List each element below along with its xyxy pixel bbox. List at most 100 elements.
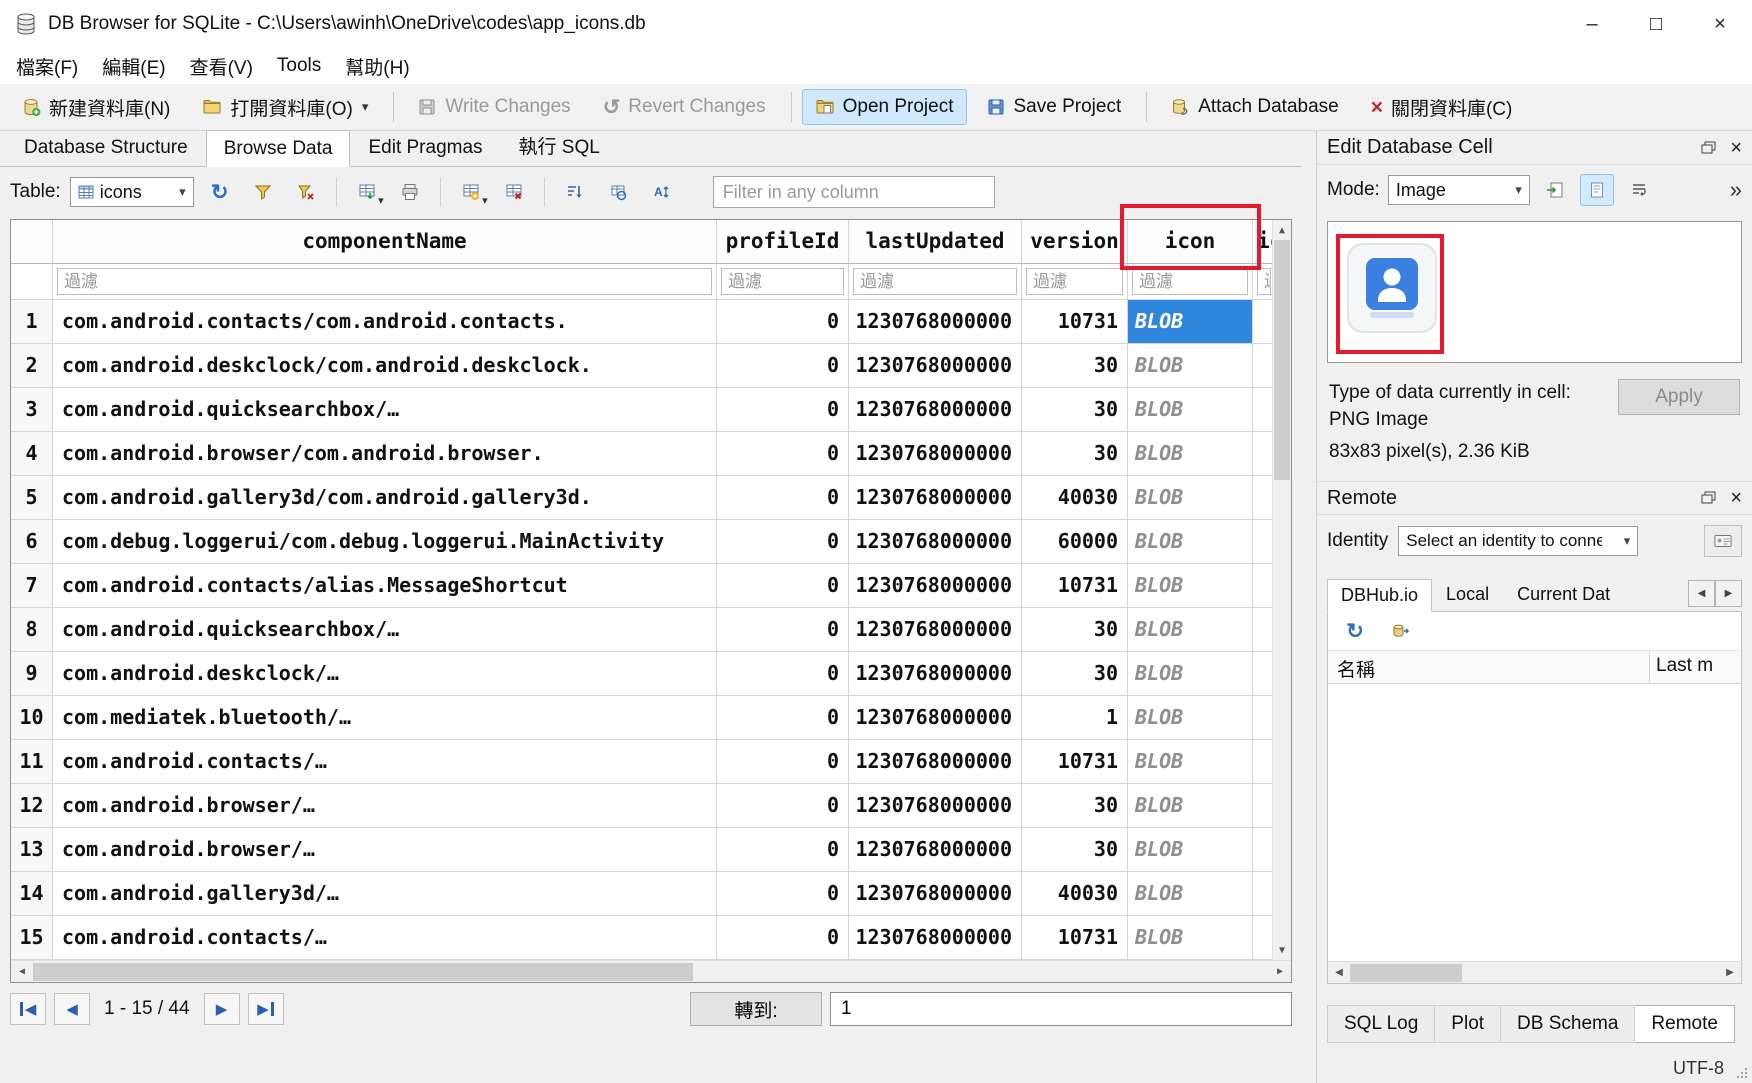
menu-help[interactable]: 幫助(H)	[333, 49, 421, 84]
cell-icon-blob[interactable]: BLOB	[1128, 696, 1253, 740]
table-row[interactable]: 3com.android.quicksearchbox/…01230768000…	[11, 388, 1272, 432]
cell-componentname[interactable]: com.mediatek.bluetooth/…	[53, 696, 717, 740]
cell-lastupdated[interactable]: 1230768000000	[849, 300, 1022, 344]
remote-refresh-button[interactable]: ↻	[1338, 615, 1372, 647]
import-certificate-button[interactable]	[1704, 525, 1742, 557]
table-row[interactable]: 12com.android.browser/…0123076800000030B…	[11, 784, 1272, 828]
cell-componentname[interactable]: com.android.quicksearchbox/…	[53, 388, 717, 432]
cell-version[interactable]: 30	[1022, 432, 1128, 476]
vertical-scrollbar-thumb[interactable]	[1274, 240, 1290, 480]
cell-version[interactable]: 1	[1022, 696, 1128, 740]
filter-lastupdated-input[interactable]: 過濾	[853, 268, 1017, 295]
conditional-format-button[interactable]	[601, 176, 635, 208]
table-row[interactable]: 9com.android.deskclock/…0123076800000030…	[11, 652, 1272, 696]
row-number[interactable]: 11	[11, 740, 53, 784]
table-row[interactable]: 2com.android.deskclock/com.android.deskc…	[11, 344, 1272, 388]
filter-version-input[interactable]: 過濾	[1026, 268, 1123, 295]
cell-partial[interactable]	[1253, 300, 1272, 344]
previous-records-button[interactable]: ◀	[54, 993, 90, 1025]
filter-any-column-input[interactable]	[713, 176, 995, 208]
remote-horizontal-scrollbar[interactable]: ◀ ▶	[1328, 961, 1741, 983]
table-row[interactable]: 11com.android.contacts/…0123076800000010…	[11, 740, 1272, 784]
cell-partial[interactable]	[1253, 916, 1272, 960]
cell-version[interactable]: 30	[1022, 388, 1128, 432]
cell-icon-blob[interactable]: BLOB	[1128, 872, 1253, 916]
cell-profileid[interactable]: 0	[717, 784, 849, 828]
cell-profileid[interactable]: 0	[717, 520, 849, 564]
cell-version[interactable]: 10731	[1022, 916, 1128, 960]
cell-profileid[interactable]: 0	[717, 432, 849, 476]
cell-componentname[interactable]: com.android.deskclock/…	[53, 652, 717, 696]
cell-lastupdated[interactable]: 1230768000000	[849, 564, 1022, 608]
cell-partial[interactable]	[1253, 872, 1272, 916]
maximize-icon[interactable]: □	[1624, 0, 1688, 48]
cell-componentname[interactable]: com.android.deskclock/com.android.deskcl…	[53, 344, 717, 388]
cell-profileid[interactable]: 0	[717, 740, 849, 784]
apply-button[interactable]: Apply	[1618, 379, 1740, 415]
cell-icon-blob[interactable]: BLOB	[1128, 828, 1253, 872]
scroll-left-icon[interactable]: ◀	[11, 961, 33, 982]
cell-icon-blob[interactable]: BLOB	[1128, 784, 1253, 828]
scroll-up-icon[interactable]: ▲	[1273, 220, 1291, 240]
column-header-profileid[interactable]: profileId	[717, 220, 849, 264]
row-number[interactable]: 13	[11, 828, 53, 872]
cell-version[interactable]: 30	[1022, 652, 1128, 696]
cell-profileid[interactable]: 0	[717, 344, 849, 388]
first-record-button[interactable]: ◀	[10, 993, 46, 1025]
cell-partial[interactable]	[1253, 784, 1272, 828]
table-select[interactable]: icons ▾	[70, 177, 194, 207]
cell-version[interactable]: 10731	[1022, 300, 1128, 344]
cell-componentname[interactable]: com.android.browser/…	[53, 784, 717, 828]
column-header-componentname[interactable]: componentName	[53, 220, 717, 264]
menu-edit[interactable]: 編輯(E)	[90, 49, 177, 84]
column-header-icon[interactable]: icon	[1128, 220, 1253, 264]
remote-column-last-modified[interactable]: Last m	[1649, 651, 1741, 683]
identity-select[interactable]: Select an identity to conne ▾	[1398, 526, 1638, 556]
cell-partial[interactable]	[1253, 564, 1272, 608]
cell-profileid[interactable]: 0	[717, 476, 849, 520]
scroll-right-icon[interactable]: ▶	[1719, 962, 1741, 983]
goto-record-button[interactable]: 轉到:	[690, 992, 822, 1026]
cell-partial[interactable]	[1253, 608, 1272, 652]
cell-icon-blob[interactable]: BLOB	[1128, 344, 1253, 388]
close-database-button[interactable]: × 關閉資料庫(C)	[1358, 87, 1526, 128]
cell-componentname[interactable]: com.android.gallery3d/…	[53, 872, 717, 916]
tab-edit-pragmas[interactable]: Edit Pragmas	[350, 129, 500, 166]
cell-partial[interactable]	[1253, 432, 1272, 476]
menu-tools[interactable]: Tools	[265, 51, 333, 81]
goto-record-input[interactable]	[830, 992, 1292, 1026]
cell-version[interactable]: 30	[1022, 344, 1128, 388]
print-button[interactable]	[393, 176, 427, 208]
filter-icon-input[interactable]: 過濾	[1132, 268, 1248, 295]
mode-select[interactable]: Image ▾	[1388, 175, 1530, 205]
cell-lastupdated[interactable]: 1230768000000	[849, 388, 1022, 432]
scroll-left-icon[interactable]: ◀	[1328, 962, 1350, 983]
column-header-version[interactable]: version	[1022, 220, 1128, 264]
tab-browse-data[interactable]: Browse Data	[206, 130, 351, 167]
cell-lastupdated[interactable]: 1230768000000	[849, 344, 1022, 388]
row-number[interactable]: 15	[11, 916, 53, 960]
import-data-button[interactable]	[1538, 174, 1572, 206]
delete-record-button[interactable]	[497, 176, 531, 208]
cell-partial[interactable]	[1253, 740, 1272, 784]
cell-lastupdated[interactable]: 1230768000000	[849, 916, 1022, 960]
remote-list-body[interactable]	[1328, 684, 1741, 938]
close-panel-icon[interactable]: ×	[1730, 138, 1742, 158]
horizontal-scrollbar-thumb[interactable]	[33, 963, 693, 981]
cell-profileid[interactable]: 0	[717, 696, 849, 740]
cell-lastupdated[interactable]: 1230768000000	[849, 740, 1022, 784]
cell-profileid[interactable]: 0	[717, 608, 849, 652]
cell-lastupdated[interactable]: 1230768000000	[849, 784, 1022, 828]
text-format-button[interactable]: A	[644, 176, 678, 208]
row-number[interactable]: 7	[11, 564, 53, 608]
cell-lastupdated[interactable]: 1230768000000	[849, 432, 1022, 476]
filter-button[interactable]	[246, 176, 280, 208]
cell-componentname[interactable]: com.android.gallery3d/com.android.galler…	[53, 476, 717, 520]
refresh-table-button[interactable]: ↻	[203, 176, 237, 208]
cell-lastupdated[interactable]: 1230768000000	[849, 872, 1022, 916]
cell-icon-blob[interactable]: BLOB	[1128, 520, 1253, 564]
row-number[interactable]: 8	[11, 608, 53, 652]
cell-profileid[interactable]: 0	[717, 652, 849, 696]
cell-profileid[interactable]: 0	[717, 388, 849, 432]
cell-icon-blob[interactable]: BLOB	[1128, 476, 1253, 520]
